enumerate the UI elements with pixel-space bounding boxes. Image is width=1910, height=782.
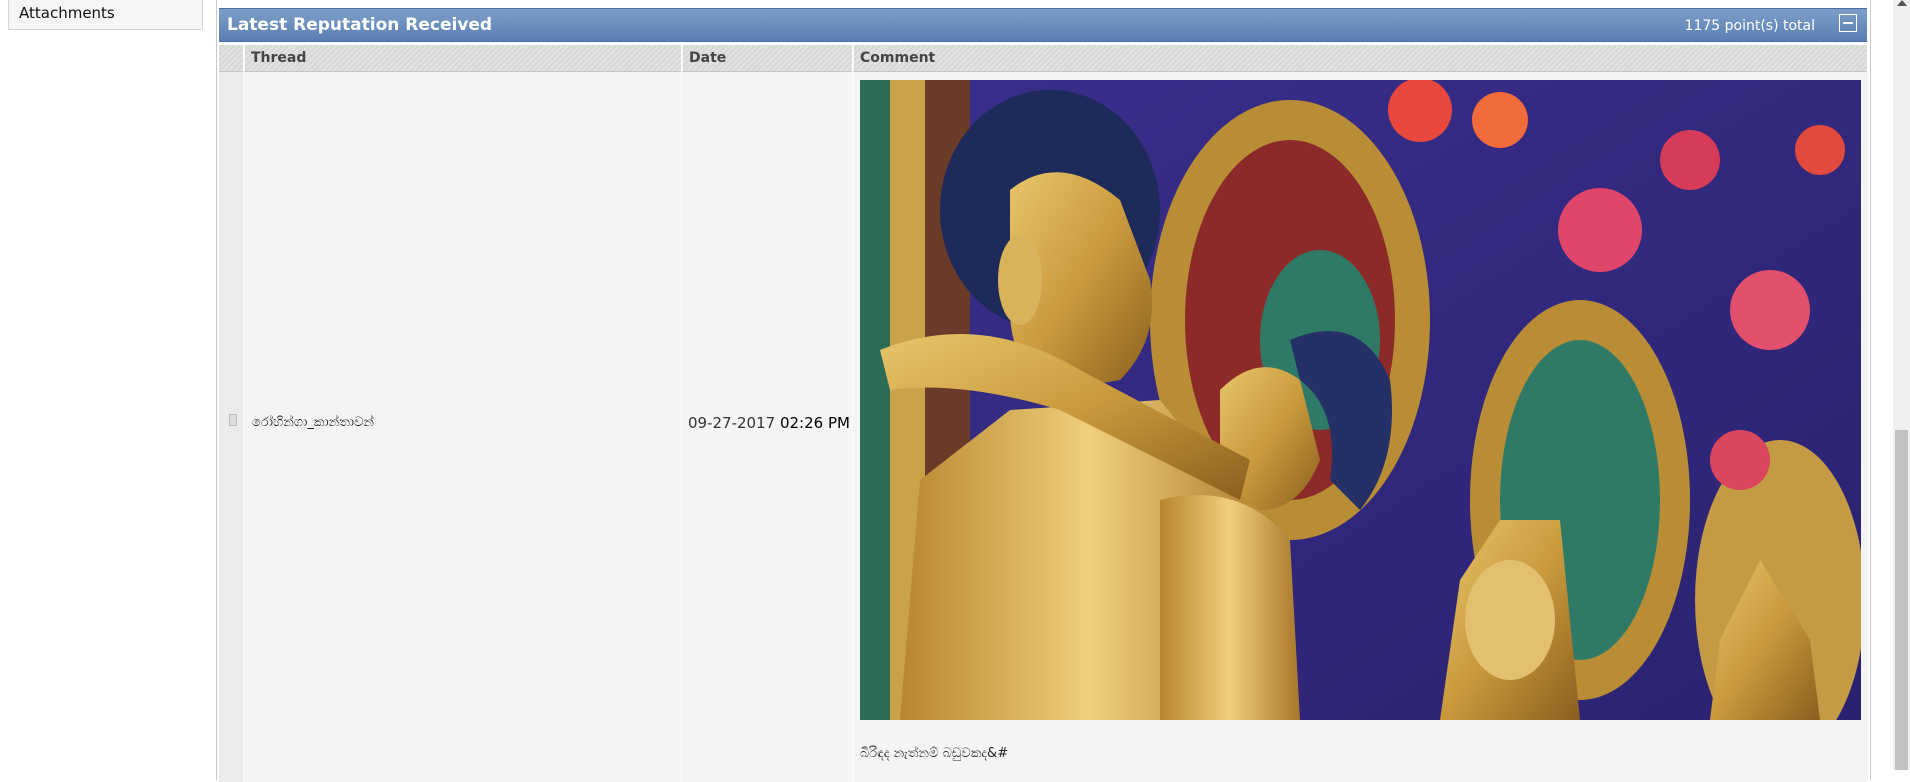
comment-column-header[interactable]: Comment <box>853 45 1867 72</box>
icon-column-header <box>219 45 243 72</box>
sidebar-link-attachments[interactable]: Attachments <box>19 4 115 22</box>
comment-header-label: Comment <box>860 50 936 66</box>
comment-text: බිරිඳද නැත්නම් බඩුවකද&# <box>860 746 1009 761</box>
reputation-date: 09-27-2017 02:26 PM <box>688 414 850 432</box>
golden-buddha-statue-image <box>860 80 1861 720</box>
panel-header: Latest Reputation Received 1175 point(s)… <box>219 8 1867 42</box>
date-column-header[interactable]: Date <box>682 45 852 72</box>
table-row-date-cell: 09-27-2017 02:26 PM <box>682 72 853 782</box>
date-value: 09-27-2017 <box>688 414 776 432</box>
table-row-thread-cell: රෝහින්ගා_කාන්තාවන් <box>244 72 682 782</box>
table-row-icon-cell <box>219 72 244 782</box>
sidebar-attachments-box: Attachments <box>8 0 203 30</box>
reputation-total: 1175 point(s) total <box>1684 18 1815 34</box>
thread-link[interactable]: රෝහින්ගා_කාන්තාවන් <box>252 415 374 430</box>
panel-title: Latest Reputation Received <box>227 15 493 35</box>
date-header-label: Date <box>689 50 727 66</box>
scrollbar-thumb[interactable] <box>1895 430 1908 770</box>
thread-header-label: Thread <box>251 50 307 66</box>
thread-column-header[interactable]: Thread <box>244 45 681 72</box>
collapse-icon[interactable] <box>1839 14 1857 32</box>
time-value: 02:26 PM <box>779 414 850 432</box>
thread-status-icon <box>229 414 237 426</box>
scroll-up-icon[interactable] <box>1897 0 1907 6</box>
